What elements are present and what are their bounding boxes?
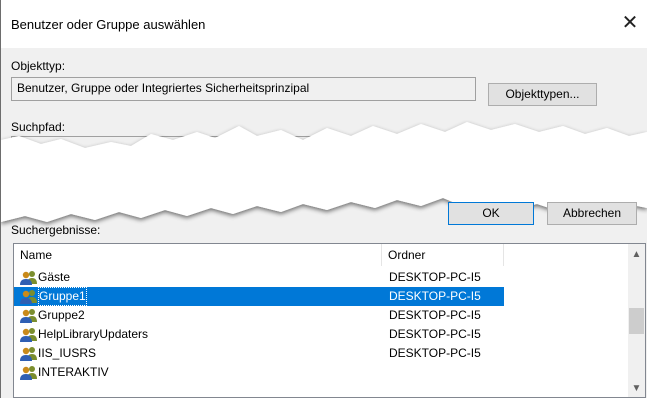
row-folder: DESKTOP-PC-I5 bbox=[389, 327, 481, 341]
row-folder: DESKTOP-PC-I5 bbox=[389, 346, 481, 360]
row-name: INTERAKTIV bbox=[38, 365, 109, 379]
dialog-body: Objekttyp: Benutzer, Gruppe oder Integri… bbox=[1, 48, 647, 398]
table-row[interactable]: Gruppe2 DESKTOP-PC-I5 bbox=[14, 306, 504, 325]
column-header-folder[interactable]: Ordner bbox=[382, 244, 504, 266]
scroll-down-icon[interactable]: ▼ bbox=[628, 380, 645, 397]
ok-button[interactable]: OK bbox=[448, 202, 534, 225]
object-type-label: Objekttyp: bbox=[11, 59, 66, 73]
row-name: IIS_IUSRS bbox=[38, 346, 97, 360]
search-results-label: Suchergebnisse: bbox=[11, 223, 101, 237]
row-name: HelpLibraryUpdaters bbox=[38, 327, 149, 341]
table-row[interactable]: HelpLibraryUpdaters DESKTOP-PC-I5 bbox=[14, 325, 504, 344]
table-row[interactable]: IIS_IUSRS DESKTOP-PC-I5 bbox=[14, 344, 504, 363]
cancel-button[interactable]: Abbrechen bbox=[547, 202, 637, 225]
row-folder: DESKTOP-PC-I5 bbox=[389, 270, 481, 284]
close-icon[interactable]: ✕ bbox=[616, 9, 644, 37]
group-icon bbox=[20, 328, 37, 342]
group-icon bbox=[20, 309, 37, 323]
row-folder: DESKTOP-PC-I5 bbox=[389, 289, 481, 303]
title-bar: Benutzer oder Gruppe auswählen ✕ bbox=[1, 0, 648, 48]
group-icon bbox=[20, 290, 37, 304]
table-row[interactable]: Gruppe1 DESKTOP-PC-I5 bbox=[14, 287, 504, 306]
row-name: Gäste bbox=[38, 270, 71, 284]
table-row[interactable]: Gäste DESKTOP-PC-I5 bbox=[14, 268, 504, 287]
scroll-thumb[interactable] bbox=[629, 308, 644, 334]
scroll-up-icon[interactable]: ▲ bbox=[628, 246, 645, 263]
row-name: Gruppe2 bbox=[38, 308, 85, 322]
group-icon bbox=[20, 271, 37, 285]
column-header-name[interactable]: Name bbox=[14, 244, 382, 266]
row-folder: DESKTOP-PC-I5 bbox=[389, 308, 481, 322]
select-user-or-group-dialog: Benutzer oder Gruppe auswählen ✕ Objektt… bbox=[0, 0, 648, 398]
vertical-scrollbar[interactable]: ▲ ▼ bbox=[628, 244, 645, 397]
group-icon bbox=[20, 366, 37, 380]
row-name: Gruppe1 bbox=[38, 287, 87, 306]
table-row[interactable]: INTERAKTIV bbox=[14, 363, 504, 382]
group-icon bbox=[20, 347, 37, 361]
object-type-field: Benutzer, Gruppe oder Integriertes Siche… bbox=[11, 77, 476, 101]
search-results-list[interactable]: Name Ordner Gäste DESKTOP-PC-I5 Gruppe1 DES… bbox=[13, 243, 646, 398]
object-types-button[interactable]: Objekttypen... bbox=[488, 83, 597, 106]
dialog-title: Benutzer oder Gruppe auswählen bbox=[11, 17, 206, 32]
